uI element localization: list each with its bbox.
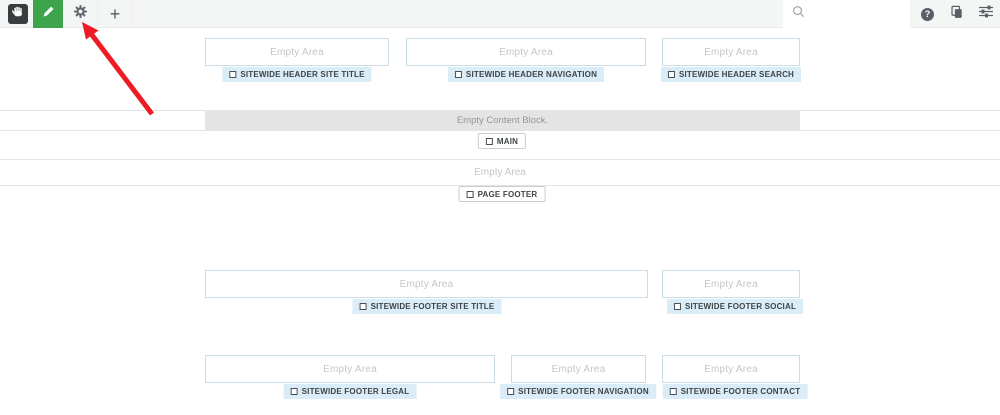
area-handle-sitewide-footer-social[interactable]: SITEWIDE FOOTER SOCIAL [667, 299, 803, 314]
area-handle-label: SITEWIDE HEADER SEARCH [679, 70, 794, 79]
area-handle-main[interactable]: MAIN [478, 133, 526, 149]
checkbox-icon [455, 71, 462, 78]
gear-icon [73, 4, 88, 24]
main-area-row: Empty Content Block. [0, 110, 1000, 131]
empty-content-block-label: Empty Content Block. [457, 115, 548, 126]
empty-area-page-footer[interactable]: Empty Area [0, 159, 1000, 186]
empty-area-placeholder: Empty Area [552, 364, 606, 375]
checkbox-icon [674, 303, 681, 310]
empty-content-block[interactable]: Empty Content Block. [205, 111, 800, 130]
area-handle-label: SITEWIDE FOOTER LEGAL [302, 387, 410, 396]
empty-area-placeholder: Empty Area [400, 279, 454, 290]
help-icon: ? [921, 8, 934, 21]
area-handle-sitewide-footer-contact[interactable]: SITEWIDE FOOTER CONTACT [663, 384, 808, 399]
area-handle-label: PAGE FOOTER [478, 190, 538, 199]
checkbox-icon [360, 303, 367, 310]
area-handle-label: SITEWIDE HEADER NAVIGATION [466, 70, 597, 79]
page-settings-button[interactable] [63, 0, 98, 28]
help-button[interactable]: ? [913, 0, 942, 28]
settings-sliders-button[interactable] [971, 0, 1000, 28]
empty-area-placeholder: Empty Area [323, 364, 377, 375]
empty-area-placeholder: Empty Area [704, 47, 758, 58]
checkbox-icon [670, 388, 677, 395]
cms-logo-button[interactable] [8, 4, 28, 24]
empty-area-footer-navigation[interactable]: Empty Area [511, 355, 646, 383]
area-handle-label: SITEWIDE FOOTER NAVIGATION [518, 387, 649, 396]
copy-icon [950, 5, 963, 24]
area-handle-label: SITEWIDE FOOTER SITE TITLE [371, 302, 495, 311]
empty-area-footer-site-title[interactable]: Empty Area [205, 270, 648, 298]
empty-area-footer-contact[interactable]: Empty Area [662, 355, 800, 383]
checkbox-icon [291, 388, 298, 395]
area-handle-page-footer[interactable]: PAGE FOOTER [459, 186, 546, 202]
empty-area-placeholder: Empty Area [704, 279, 758, 290]
empty-area-placeholder: Empty Area [0, 160, 1000, 185]
empty-area-header-navigation[interactable]: Empty Area [406, 38, 646, 66]
area-handle-sitewide-header-navigation[interactable]: SITEWIDE HEADER NAVIGATION [448, 67, 604, 82]
area-handle-sitewide-footer-navigation[interactable]: SITEWIDE FOOTER NAVIGATION [500, 384, 656, 399]
search-input[interactable] [783, 0, 910, 28]
checkbox-icon [467, 191, 474, 198]
edit-mode-button[interactable] [33, 0, 63, 28]
editor-toolbar: + ? [0, 0, 1000, 28]
checkbox-icon [668, 71, 675, 78]
clipboard-button[interactable] [942, 0, 971, 28]
area-handle-sitewide-header-search[interactable]: SITEWIDE HEADER SEARCH [661, 67, 801, 82]
sliders-icon [979, 5, 993, 23]
checkbox-icon [507, 388, 514, 395]
empty-area-header-site-title[interactable]: Empty Area [205, 38, 389, 66]
area-handle-sitewide-header-site-title[interactable]: SITEWIDE HEADER SITE TITLE [222, 67, 371, 82]
concrete-cms-logo-icon [11, 5, 25, 24]
empty-area-placeholder: Empty Area [270, 47, 324, 58]
empty-area-footer-social[interactable]: Empty Area [662, 270, 800, 298]
empty-area-placeholder: Empty Area [704, 364, 758, 375]
toolbar-right-group: ? [913, 0, 1000, 28]
checkbox-icon [486, 138, 493, 145]
search-icon [792, 5, 805, 23]
plus-icon: + [110, 5, 121, 23]
empty-area-header-search[interactable]: Empty Area [662, 38, 800, 66]
area-handle-sitewide-footer-site-title[interactable]: SITEWIDE FOOTER SITE TITLE [353, 299, 502, 314]
area-handle-label: SITEWIDE HEADER SITE TITLE [240, 70, 364, 79]
pencil-icon [42, 5, 55, 23]
empty-area-placeholder: Empty Area [499, 47, 553, 58]
empty-area-footer-legal[interactable]: Empty Area [205, 355, 495, 383]
area-handle-label: MAIN [497, 137, 518, 146]
add-content-button[interactable]: + [98, 0, 133, 28]
area-handle-sitewide-footer-legal[interactable]: SITEWIDE FOOTER LEGAL [284, 384, 417, 399]
page-editor: + ? [0, 0, 1000, 415]
area-handle-label: SITEWIDE FOOTER SOCIAL [685, 302, 796, 311]
checkbox-icon [229, 71, 236, 78]
area-handle-label: SITEWIDE FOOTER CONTACT [681, 387, 801, 396]
